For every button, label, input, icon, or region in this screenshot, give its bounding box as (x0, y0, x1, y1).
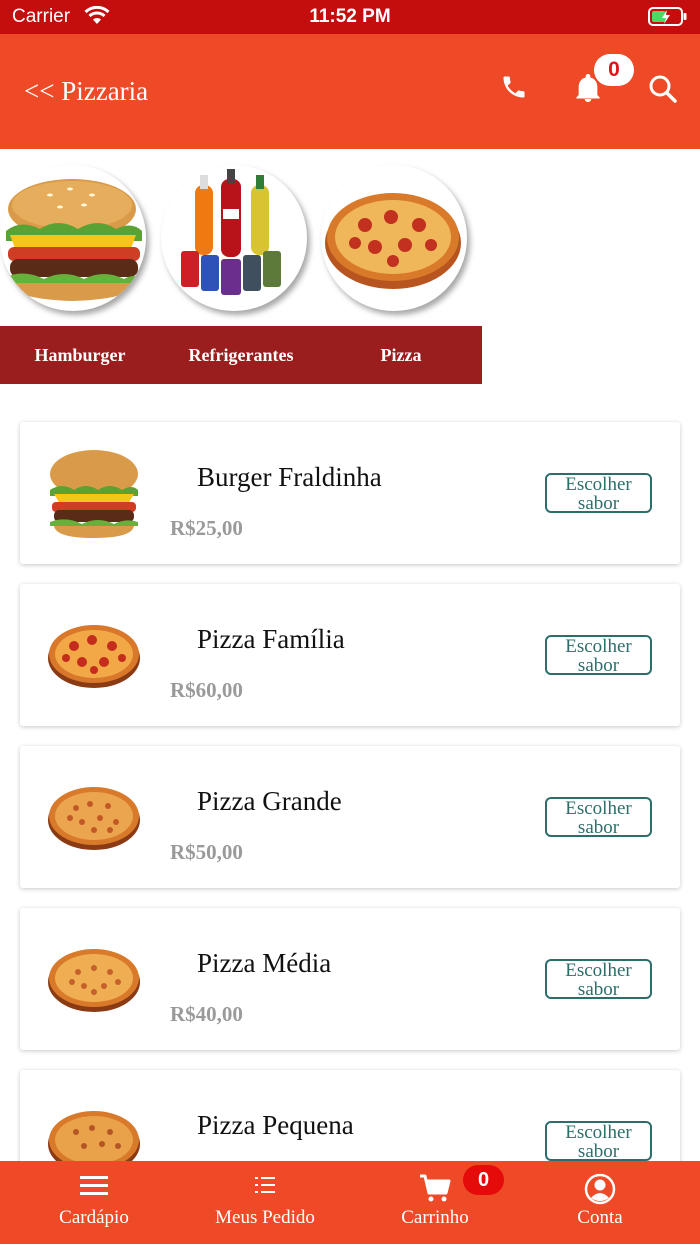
product-name: Pizza Grande (197, 786, 342, 816)
burger-image (46, 444, 142, 540)
choose-flavor-button[interactable]: Escolher sabor (545, 473, 652, 513)
category-carousel: Hamburger Refrigerantes Pizza (0, 149, 700, 389)
pizza-image (46, 930, 142, 1026)
pizza-image (46, 768, 142, 864)
phone-icon[interactable] (500, 72, 528, 107)
nav-label: Carrinho (401, 1207, 469, 1228)
product-card[interactable]: Pizza Grande R$50,00 Escolher sabor (20, 746, 680, 888)
clock: 11:52 PM (309, 6, 391, 27)
app-header: << Pizzaria 0 (0, 34, 700, 149)
product-name: Burger Fraldinha (197, 462, 382, 492)
category-tab-bar: Hamburger Refrigerantes Pizza (0, 326, 482, 384)
cart-count-badge: 0 (463, 1165, 504, 1195)
back-button[interactable]: << Pizzaria (24, 76, 148, 107)
choose-flavor-button[interactable]: Escolher sabor (545, 635, 652, 675)
product-card[interactable]: Pizza Média R$40,00 Escolher sabor (20, 908, 680, 1050)
nav-label: Conta (577, 1207, 623, 1228)
product-price: R$25,00 (170, 516, 243, 540)
product-price: R$40,00 (170, 1002, 243, 1026)
product-name: Pizza Família (197, 624, 345, 654)
notification-badge: 0 (594, 54, 634, 86)
product-price: R$60,00 (170, 678, 243, 702)
nav-cardapio[interactable]: Cardápio (34, 1161, 154, 1244)
pizza-image (46, 606, 142, 702)
nav-meus-pedidos[interactable]: Meus Pedido (200, 1161, 330, 1244)
account-icon (584, 1173, 616, 1210)
tab-hamburger[interactable]: Hamburger (0, 326, 160, 384)
battery-icon (648, 7, 688, 32)
product-card[interactable]: Burger Fraldinha R$25,00 Escolher sabor (20, 422, 680, 564)
product-name: Pizza Pequena (197, 1110, 354, 1140)
choose-flavor-button[interactable]: Escolher sabor (545, 1121, 652, 1161)
status-bar: Carrier 11:52 PM (0, 0, 700, 34)
menu-icon (79, 1173, 109, 1202)
category-image-refrigerantes[interactable] (161, 165, 307, 311)
choose-flavor-button[interactable]: Escolher sabor (545, 797, 652, 837)
tab-pizza[interactable]: Pizza (321, 326, 481, 384)
cart-icon (419, 1173, 451, 1208)
search-icon[interactable] (648, 74, 678, 109)
nav-label: Cardápio (59, 1207, 129, 1228)
choose-flavor-button[interactable]: Escolher sabor (545, 959, 652, 999)
nav-label: Meus Pedido (215, 1207, 315, 1228)
product-price: R$50,00 (170, 840, 243, 864)
category-image-hamburger[interactable] (0, 165, 146, 311)
list-icon (253, 1173, 277, 1202)
product-name: Pizza Média (197, 948, 332, 978)
nav-conta[interactable]: Conta (560, 1161, 640, 1244)
product-card[interactable]: Pizza Família R$60,00 Escolher sabor (20, 584, 680, 726)
category-image-pizza[interactable] (321, 165, 467, 311)
bottom-nav: Cardápio Meus Pedido Carrinho Conta (0, 1161, 700, 1244)
tab-refrigerantes[interactable]: Refrigerantes (161, 326, 321, 384)
